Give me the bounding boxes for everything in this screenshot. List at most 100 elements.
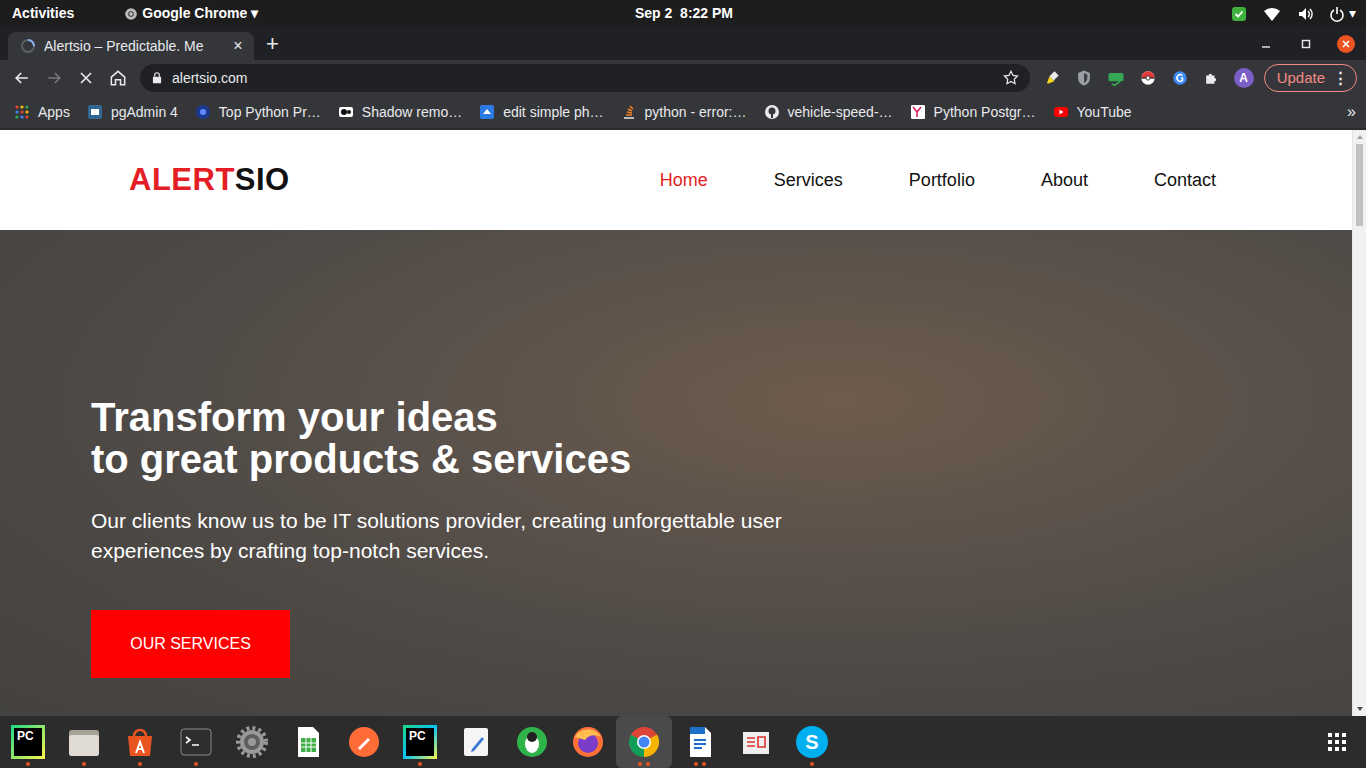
skype-logo-text: S xyxy=(805,727,818,757)
shield-icon[interactable] xyxy=(1068,62,1100,94)
stop-icon[interactable] xyxy=(70,62,102,94)
bookmark-label: pgAdmin 4 xyxy=(111,102,178,123)
highlighter-icon[interactable] xyxy=(1036,62,1068,94)
forward-arrow-icon[interactable] xyxy=(38,62,70,94)
chrome-icon xyxy=(124,7,138,21)
bookmark-star-icon[interactable] xyxy=(1002,69,1020,87)
dock: PC PC S xyxy=(0,716,1366,768)
dock-app[interactable] xyxy=(336,716,392,768)
wifi-icon xyxy=(1263,6,1281,22)
dock-app[interactable] xyxy=(504,716,560,768)
browser-menu-button[interactable]: ⋮ xyxy=(1333,67,1348,90)
bookmark[interactable]: Apps xyxy=(14,102,70,123)
extensions-icon[interactable] xyxy=(1196,62,1228,94)
dock-app[interactable] xyxy=(616,716,672,768)
bookmark-label: Top Python Pr… xyxy=(219,102,321,123)
viewer-icon xyxy=(738,724,774,760)
clock[interactable]: Sep 2 8:22 PM xyxy=(635,3,733,24)
site-logo[interactable]: ALERTSIO xyxy=(129,157,290,204)
running-indicator xyxy=(784,762,840,766)
running-indicator xyxy=(392,762,448,766)
activities-button[interactable]: Activities xyxy=(12,3,74,24)
bookmark-label: edit simple ph… xyxy=(503,102,603,123)
new-tab-button[interactable]: + xyxy=(266,33,279,55)
pycharm-icon: PC xyxy=(403,725,437,759)
show-apps-icon[interactable] xyxy=(1308,716,1366,768)
hero-title-line: to great products & services xyxy=(91,438,631,480)
bookmark[interactable]: Python Postgr… xyxy=(910,102,1036,123)
dock-app[interactable]: PC xyxy=(0,716,56,768)
app-menu-label: Google Chrome xyxy=(142,3,247,24)
running-dot xyxy=(82,762,86,766)
dock-app[interactable] xyxy=(672,716,728,768)
bird-icon xyxy=(479,104,495,120)
scroll-up-icon[interactable] xyxy=(1353,130,1366,144)
scrollbar-thumb[interactable] xyxy=(1356,144,1363,226)
tab-close-button[interactable]: × xyxy=(230,34,246,58)
spellcheck-icon[interactable] xyxy=(1100,62,1132,94)
software-icon xyxy=(122,724,158,760)
pycharm-logo-text: PC xyxy=(406,728,434,756)
our-services-button[interactable]: OUR SERVICES xyxy=(91,610,290,678)
profile-button[interactable]: A xyxy=(1228,62,1260,94)
bookmark[interactable]: Shadow remo… xyxy=(338,102,462,123)
dock-app[interactable] xyxy=(56,716,112,768)
pokeball-icon[interactable] xyxy=(1132,62,1164,94)
bookmark[interactable]: vehicle-speed-… xyxy=(764,102,893,123)
loading-spinner-icon xyxy=(20,38,36,54)
more-bookmarks-button[interactable]: » xyxy=(1347,100,1356,124)
dock-app[interactable] xyxy=(112,716,168,768)
bookmark[interactable]: python - error:… xyxy=(621,102,747,123)
hero-text: Our clients know us to be IT solutions p… xyxy=(91,506,861,566)
running-dot xyxy=(418,762,422,766)
power-menu[interactable]: ▾ xyxy=(1329,3,1356,24)
site-nav: Home Services Portfolio About Contact xyxy=(660,167,1216,194)
scroll-down-icon[interactable] xyxy=(1353,702,1366,716)
back-arrow-icon[interactable] xyxy=(6,62,38,94)
home-icon[interactable] xyxy=(102,62,134,94)
update-button[interactable]: Update⋮ xyxy=(1264,64,1357,92)
dock-app[interactable] xyxy=(728,716,784,768)
chrome-icon xyxy=(626,724,662,760)
bookmark[interactable]: pgAdmin 4 xyxy=(87,102,178,123)
bookmark[interactable]: edit simple ph… xyxy=(479,102,603,123)
nav-link[interactable]: Home xyxy=(660,167,708,194)
bookmark[interactable]: Top Python Pr… xyxy=(195,102,321,123)
system-tray[interactable]: ▾ xyxy=(733,3,1356,24)
address-bar[interactable]: alertsio.com xyxy=(140,64,1030,92)
dock-app[interactable] xyxy=(168,716,224,768)
dock-app[interactable] xyxy=(560,716,616,768)
running-indicator xyxy=(448,762,504,766)
running-indicator xyxy=(616,762,672,766)
nav-link[interactable]: Services xyxy=(774,167,843,194)
terminal-icon xyxy=(178,724,214,760)
bookmark[interactable]: YouTube xyxy=(1053,102,1132,123)
scrollbar-track xyxy=(1353,144,1366,702)
firefox-icon xyxy=(570,724,606,760)
dock-app[interactable] xyxy=(448,716,504,768)
pycharm-icon: PC xyxy=(11,725,45,759)
grammarly-icon[interactable] xyxy=(1164,62,1196,94)
app-menu[interactable]: Google Chrome▾ xyxy=(124,3,258,24)
dock-app[interactable]: PC xyxy=(392,716,448,768)
nav-link[interactable]: Contact xyxy=(1154,167,1216,194)
minimize-icon[interactable] xyxy=(1246,27,1286,60)
browser-tab[interactable]: Alertsio – Predictable. Me× xyxy=(8,32,254,60)
bookmark-label: python - error:… xyxy=(645,102,747,123)
top-bar-left: Activities Google Chrome▾ xyxy=(12,3,635,24)
close-window-icon[interactable] xyxy=(1326,27,1366,60)
nav-link[interactable]: About xyxy=(1041,167,1088,194)
dock-app[interactable] xyxy=(280,716,336,768)
bookmark-label: YouTube xyxy=(1077,102,1132,123)
nav-link[interactable]: Portfolio xyxy=(909,167,975,194)
hero-banner: Transform your ideasto great products & … xyxy=(0,230,1352,716)
dock-app[interactable]: S xyxy=(784,716,840,768)
running-dot xyxy=(638,762,642,766)
running-indicator xyxy=(224,762,280,766)
logo-part: SIO xyxy=(235,157,290,204)
page-scrollbar xyxy=(1352,130,1366,716)
window-controls xyxy=(1246,27,1366,60)
volume-icon xyxy=(1297,6,1313,22)
maximize-icon[interactable] xyxy=(1286,27,1326,60)
dock-app[interactable] xyxy=(224,716,280,768)
